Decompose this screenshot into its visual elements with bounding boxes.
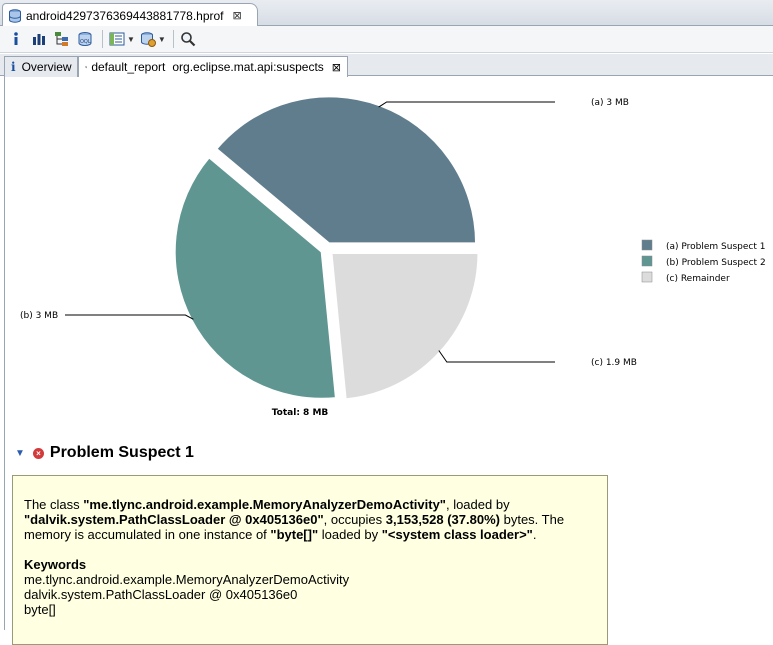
leader-line bbox=[378, 101, 555, 108]
tab-default-report[interactable]: default_report org.eclipse.mat.api:suspe… bbox=[78, 56, 348, 77]
dominator-tree-button[interactable] bbox=[52, 29, 72, 49]
info-icon bbox=[14, 32, 18, 45]
chevron-down-icon[interactable]: ▼ bbox=[127, 35, 135, 44]
report-tab-strip: i Overview default_report org.eclipse.ma… bbox=[0, 54, 773, 77]
legend-label: (a) Problem Suspect 1 bbox=[666, 242, 765, 252]
close-tab-icon[interactable]: ⊠ bbox=[233, 9, 242, 22]
desc-type: "byte[]" bbox=[270, 527, 319, 542]
desc-size: 3,153,528 (37.80%) bbox=[385, 512, 500, 527]
leader-line bbox=[65, 314, 194, 320]
editor-tab-heap-dump[interactable]: android4297376369443881778.hprof ⊠ bbox=[2, 3, 258, 27]
slice-label: (c) 1.9 MB bbox=[591, 358, 637, 368]
section-title: Problem Suspect 1 bbox=[49, 444, 194, 461]
overview-button[interactable] bbox=[6, 29, 26, 49]
heap-dump-icon bbox=[9, 8, 21, 23]
error-icon: × bbox=[32, 447, 44, 459]
tab-report-label: default_report bbox=[91, 60, 166, 74]
histogram-button[interactable] bbox=[29, 29, 49, 49]
desc-text: . bbox=[532, 527, 537, 542]
oql-button[interactable]: OQL bbox=[75, 29, 95, 49]
search-icon bbox=[181, 32, 196, 47]
toolbar: OQL ▼ ▼ bbox=[0, 26, 773, 53]
keyword-item: me.tlync.android.example.MemoryAnalyzerD… bbox=[24, 572, 350, 587]
report-content: (a) 3 MB (b) 3 MB (c) 1.9 MB (a) Problem S… bbox=[4, 77, 773, 645]
keyword-item: dalvik.system.PathClassLoader @ 0x405136… bbox=[24, 587, 298, 602]
section-header-problem-suspect-1: ▼ × Problem Suspect 1 bbox=[15, 443, 194, 463]
desc-text: The class bbox=[24, 497, 84, 512]
desc-text: loaded by bbox=[318, 527, 382, 542]
leader-line bbox=[438, 350, 555, 363]
keywords-title: Keywords bbox=[24, 557, 87, 572]
suspect-description: The class "me.tlync.android.example.Memo… bbox=[24, 497, 596, 542]
desc-system-loader: "<system class loader>" bbox=[381, 527, 533, 542]
chart-total-label: Total: 8 MB bbox=[272, 408, 329, 418]
oql-icon: OQL bbox=[78, 32, 92, 46]
heap-dump-overview-button[interactable] bbox=[138, 29, 158, 49]
tab-overview-label: Overview bbox=[21, 60, 72, 74]
search-button[interactable] bbox=[178, 29, 198, 49]
desc-loader: "dalvik.system.PathClassLoader @ 0x40513… bbox=[24, 512, 324, 527]
chevron-down-icon[interactable]: ▼ bbox=[158, 35, 166, 44]
editor-tab-strip: android4297376369443881778.hprof ⊠ bbox=[0, 0, 773, 27]
dominator-tree-icon bbox=[55, 32, 68, 46]
desc-text: , loaded by bbox=[445, 497, 510, 512]
editor-tab-label: android4297376369443881778.hprof bbox=[26, 8, 224, 23]
legend-label: (c) Remainder bbox=[666, 274, 730, 284]
legend-swatch bbox=[641, 271, 653, 283]
info-icon: i bbox=[11, 60, 16, 74]
query-browser-button[interactable] bbox=[107, 29, 127, 49]
slice-label: (a) 3 MB bbox=[591, 98, 629, 108]
heap-dump-overview-icon bbox=[140, 32, 156, 47]
desc-text: , occupies bbox=[323, 512, 386, 527]
toolbar-separator bbox=[102, 30, 103, 48]
legend-swatch bbox=[641, 255, 653, 267]
slice-label: (b) 3 MB bbox=[20, 311, 58, 321]
report-icon bbox=[85, 66, 88, 69]
histogram-icon bbox=[33, 34, 45, 45]
toolbar-separator bbox=[172, 30, 174, 48]
suspects-pie-chart: (a) 3 MB (b) 3 MB (c) 1.9 MB (a) Problem S… bbox=[20, 95, 766, 418]
svg-text:OQL: OQL bbox=[80, 39, 91, 45]
query-browser-icon bbox=[109, 32, 125, 46]
legend-swatch bbox=[641, 239, 653, 251]
tab-overview[interactable]: i Overview bbox=[4, 56, 78, 77]
tab-report-subtitle: org.eclipse.mat.api:suspects bbox=[172, 60, 324, 74]
desc-class-name: "me.tlync.android.example.MemoryAnalyzer… bbox=[83, 497, 446, 512]
collapse-toggle-icon[interactable]: ▼ bbox=[15, 448, 25, 459]
legend-label: (b) Problem Suspect 2 bbox=[666, 258, 766, 268]
keyword-item: byte[] bbox=[24, 602, 56, 617]
close-tab-icon[interactable]: ⊠ bbox=[332, 61, 341, 74]
pie-slice[interactable] bbox=[330, 252, 480, 401]
suspect-description-box: The class "me.tlync.android.example.Memo… bbox=[12, 475, 608, 645]
